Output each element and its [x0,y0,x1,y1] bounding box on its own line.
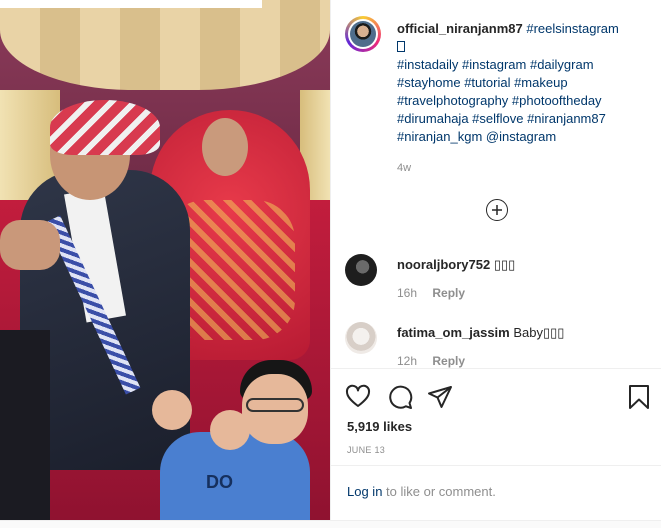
post-actions-section: 5,919 likes JUNE 13 Log in to like or co… [331,368,661,520]
comment-bubble-icon [389,385,413,409]
groom-turban [50,100,160,155]
login-suffix: to like or comment. [382,484,496,499]
comment-meta: 12h Reply [397,354,465,368]
login-prompt-text: Log in to like or comment. [347,484,496,499]
comment-time: 16h [397,286,418,300]
comment-item: fatima_om_jassim Baby▯▯▯ 12h Reply [345,322,655,368]
overlay-boy: DO [152,360,312,520]
boy-hand-right [210,410,250,450]
decor-drape [0,0,330,90]
boy-hand-left [152,390,192,430]
commenter-avatar[interactable] [345,254,377,286]
comment-meta: 16h Reply [397,286,465,300]
comment-time: 12h [397,354,418,368]
author-username[interactable]: official_niranjanm87 [397,21,523,36]
comments-scroll-area[interactable]: official_niranjanm87 #reelsinstagram #in… [331,0,661,368]
reply-button[interactable]: Reply [432,286,465,300]
caption-hashtags[interactable]: #instadaily #instagram #dailygram #stayh… [397,57,606,144]
share-button[interactable] [427,384,453,410]
bride-face [202,118,248,176]
commenter-avatar[interactable] [345,322,377,354]
comment-body: ▯▯▯ [493,257,516,272]
post-side-panel: official_niranjanm87 #reelsinstagram #in… [330,0,661,520]
reply-button[interactable]: Reply [432,354,465,368]
media-top-strip [0,0,262,8]
login-link[interactable]: Log in [347,484,382,499]
boy-glasses [246,398,304,412]
hand-left [0,220,60,270]
comment-item: nooraljbory752 ▯▯▯ 16h Reply [345,254,655,314]
author-avatar[interactable] [345,16,381,52]
comment-text: fatima_om_jassim Baby▯▯▯ [397,324,564,342]
like-button[interactable] [345,384,371,410]
comment-button[interactable] [387,384,413,410]
post-date: JUNE 13 [347,445,386,455]
commenter-username[interactable]: nooraljbory752 [397,257,490,272]
page-bottom-edge [0,520,661,528]
commenter-username[interactable]: fatima_om_jassim [397,325,510,340]
comment-body: Baby▯▯▯ [513,325,565,340]
paper-plane-icon [428,386,452,408]
bookmark-icon [629,385,649,409]
likes-count[interactable]: 5,919 likes [347,419,412,434]
person-left [0,330,50,520]
heart-icon [345,384,371,407]
author-photo [350,21,376,47]
caption-hashtag[interactable]: #reelsinstagram [526,21,619,36]
load-more-comments-button[interactable] [486,199,508,221]
post-media[interactable]: DO [0,0,330,520]
post-time-ago: 4w [397,162,412,174]
comment-text: nooraljbory752 ▯▯▯ [397,256,515,274]
boy-shirt-print: DO [206,472,233,492]
plus-circle-icon [492,205,502,215]
post-caption: official_niranjanm87 #reelsinstagram #in… [397,20,653,146]
save-button[interactable] [626,384,652,410]
login-prompt: Log in to like or comment. [331,465,661,521]
emoji-placeholder-icon [397,41,405,52]
